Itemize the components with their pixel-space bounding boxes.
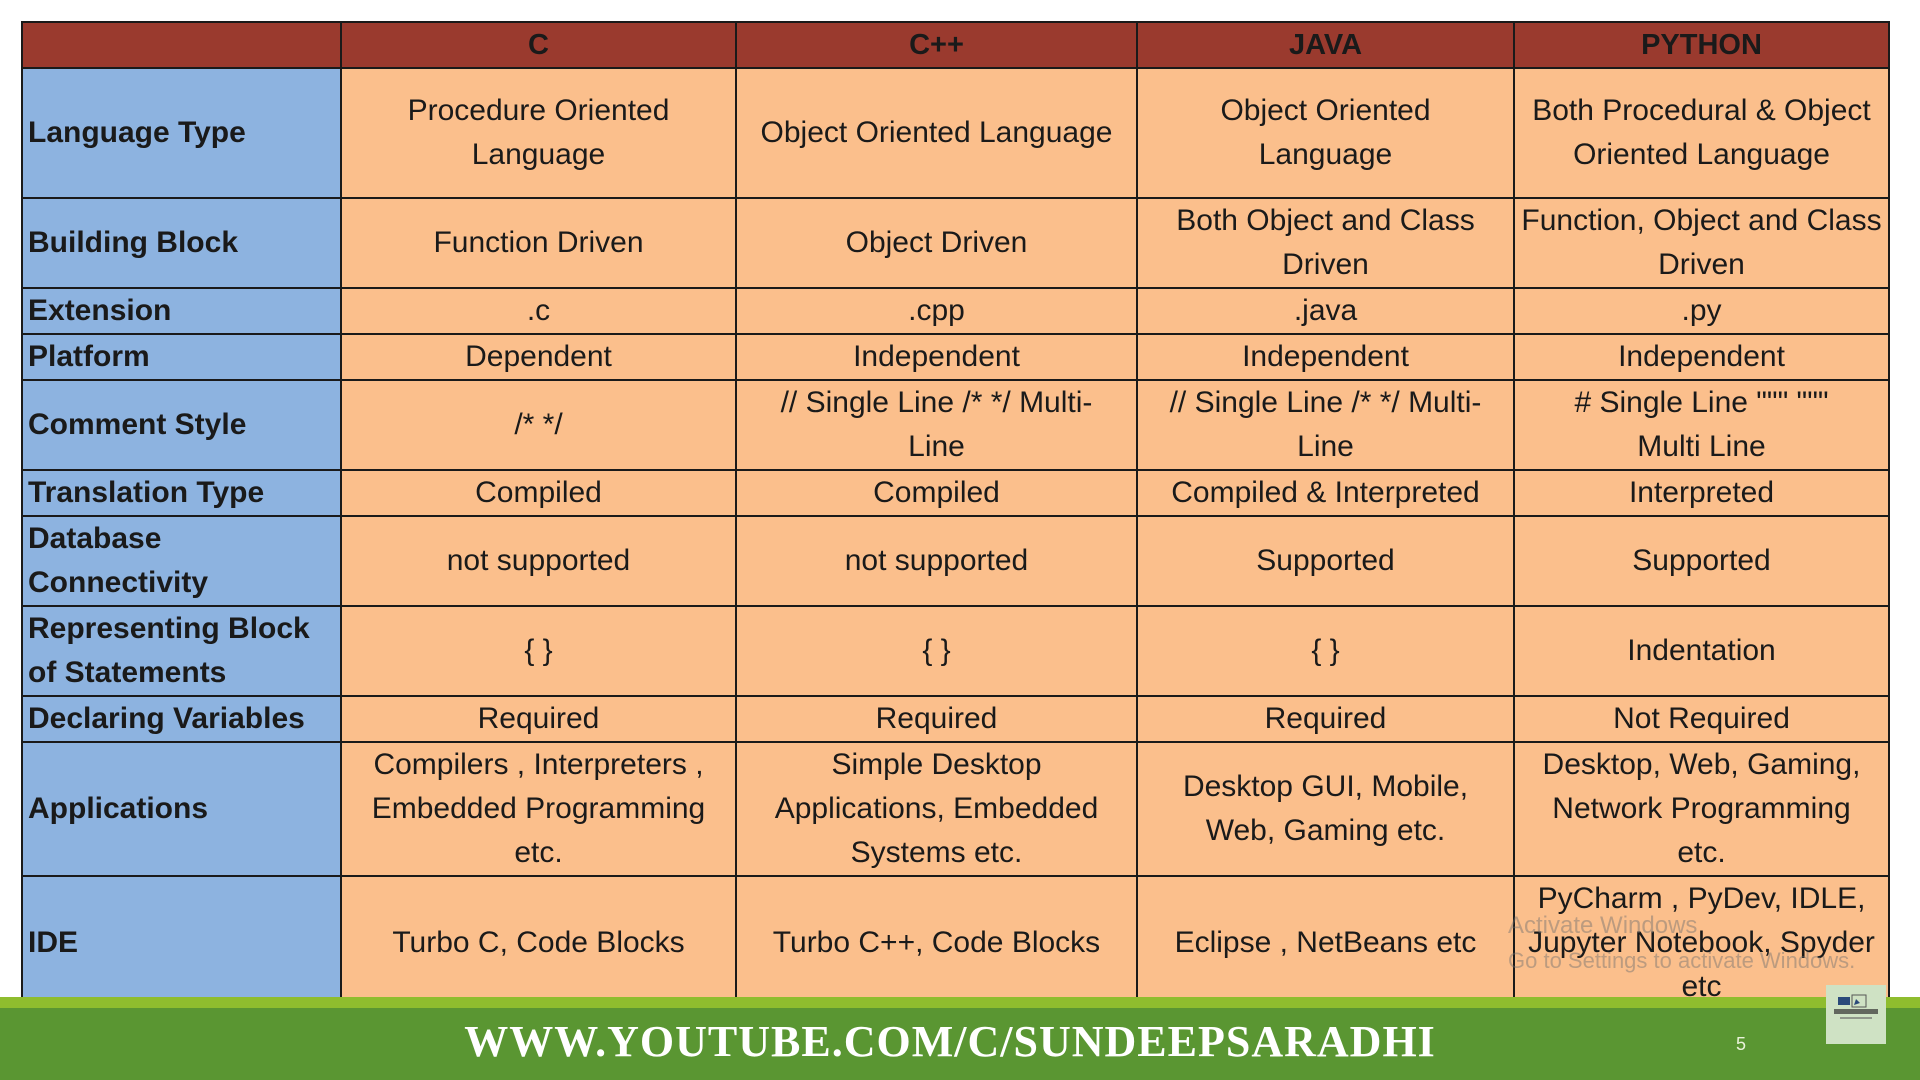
header-c: C bbox=[340, 21, 737, 69]
cell-representing-block-c: { } bbox=[340, 605, 737, 697]
cell-extension-cpp: .cpp bbox=[735, 287, 1138, 335]
row-label-platform: Platform bbox=[21, 333, 342, 381]
row-label-declaring-variables: Declaring Variables bbox=[21, 695, 342, 743]
corner-header bbox=[21, 21, 342, 69]
cell-database-connectivity-cpp: not supported bbox=[735, 515, 1138, 607]
row-declaring-variables: Declaring Variables Required Required Requi… bbox=[21, 695, 1890, 743]
row-language-type: Language Type Procedure Oriented Language… bbox=[21, 67, 1890, 199]
row-applications: Applications Compilers , Interpreters , E… bbox=[21, 741, 1890, 877]
row-platform: Platform Dependent Independent Independent I… bbox=[21, 333, 1890, 381]
cell-database-connectivity-python: Supported bbox=[1513, 515, 1890, 607]
cell-language-type-python: Both Procedural & Object Oriented Langua… bbox=[1513, 67, 1890, 199]
cell-translation-type-python: Interpreted bbox=[1513, 469, 1890, 517]
header-cpp: C++ bbox=[735, 21, 1138, 69]
language-comparison-table: C C++ JAVA PYTHON Language Type Procedure… bbox=[21, 21, 1890, 1011]
cell-ide-java: Eclipse , NetBeans etc bbox=[1136, 875, 1515, 1011]
row-database-connectivity: Database Connectivity not supported not su… bbox=[21, 515, 1890, 607]
header-row: C C++ JAVA PYTHON bbox=[21, 21, 1890, 69]
cell-building-block-python: Function, Object and Class Driven bbox=[1513, 197, 1890, 289]
youtube-url: WWW.YOUTUBE.COM/C/SUNDEEPSARADHI bbox=[464, 1017, 1436, 1066]
cell-database-connectivity-java: Supported bbox=[1136, 515, 1515, 607]
logo-icon bbox=[1834, 994, 1878, 1019]
row-representing-block: Representing Block of Statements{ }{ }{ … bbox=[21, 605, 1890, 697]
row-comment-style: Comment Style/* */// Single Line /* */ M… bbox=[21, 379, 1890, 471]
row-building-block: Building Block Function Driven Object Driv… bbox=[21, 197, 1890, 289]
cell-language-type-c: Procedure Oriented Language bbox=[340, 67, 737, 199]
row-label-applications: Applications bbox=[21, 741, 342, 877]
cell-applications-c: Compilers , Interpreters , Embedded Prog… bbox=[340, 741, 737, 877]
cell-declaring-variables-c: Required bbox=[340, 695, 737, 743]
cell-comment-style-c: /* */ bbox=[340, 379, 737, 471]
cell-declaring-variables-java: Required bbox=[1136, 695, 1515, 743]
row-extension: Extension .c .cpp .java .py bbox=[21, 287, 1890, 335]
cell-platform-c: Dependent bbox=[340, 333, 737, 381]
cell-comment-style-cpp: // Single Line /* */ Multi- Line bbox=[735, 379, 1138, 471]
cell-extension-c: .c bbox=[340, 287, 737, 335]
cell-applications-python: Desktop, Web, Gaming, Network Programmin… bbox=[1513, 741, 1890, 877]
cell-language-type-cpp: Object Oriented Language bbox=[735, 67, 1138, 199]
cell-language-type-java: Object Oriented Language bbox=[1136, 67, 1515, 199]
cell-building-block-cpp: Object Driven bbox=[735, 197, 1138, 289]
cell-translation-type-c: Compiled bbox=[340, 469, 737, 517]
cell-extension-java: .java bbox=[1136, 287, 1515, 335]
cell-ide-cpp: Turbo C++, Code Blocks bbox=[735, 875, 1138, 1011]
cell-database-connectivity-c: not supported bbox=[340, 515, 737, 607]
row-label-comment-style: Comment Style bbox=[21, 379, 342, 471]
cell-building-block-java: Both Object and Class Driven bbox=[1136, 197, 1515, 289]
cell-representing-block-python: Indentation bbox=[1513, 605, 1890, 697]
row-label-extension: Extension bbox=[21, 287, 342, 335]
cell-extension-python: .py bbox=[1513, 287, 1890, 335]
row-label-translation-type: Translation Type bbox=[21, 469, 342, 517]
cell-ide-c: Turbo C, Code Blocks bbox=[340, 875, 737, 1011]
header-java: JAVA bbox=[1136, 21, 1515, 69]
row-label-ide: IDE bbox=[21, 875, 342, 1011]
row-ide: IDE Turbo C, Code Blocks Turbo C++, Code B… bbox=[21, 875, 1890, 1011]
cell-platform-cpp: Independent bbox=[735, 333, 1138, 381]
row-label-representing-block: Representing Block of Statements bbox=[21, 605, 342, 697]
cell-representing-block-cpp: { } bbox=[735, 605, 1138, 697]
cell-declaring-variables-cpp: Required bbox=[735, 695, 1138, 743]
cell-platform-python: Independent bbox=[1513, 333, 1890, 381]
cell-platform-java: Independent bbox=[1136, 333, 1515, 381]
cell-translation-type-cpp: Compiled bbox=[735, 469, 1138, 517]
page-number: 5 bbox=[1736, 1034, 1747, 1054]
row-label-language-type: Language Type bbox=[21, 67, 342, 199]
cell-comment-style-python: # Single Line """ """ Multi Line bbox=[1513, 379, 1890, 471]
cell-applications-java: Desktop GUI, Mobile, Web, Gaming etc. bbox=[1136, 741, 1515, 877]
footer-stripe bbox=[0, 997, 1920, 1008]
header-python: PYTHON bbox=[1513, 21, 1890, 69]
cell-representing-block-java: { } bbox=[1136, 605, 1515, 697]
cell-translation-type-java: Compiled & Interpreted bbox=[1136, 469, 1515, 517]
cell-building-block-c: Function Driven bbox=[340, 197, 737, 289]
cell-applications-cpp: Simple Desktop Applications, Embedded Sy… bbox=[735, 741, 1138, 877]
cell-comment-style-java: // Single Line /* */ Multi- Line bbox=[1136, 379, 1515, 471]
row-translation-type: Translation Type Compiled Compiled Compiled… bbox=[21, 469, 1890, 517]
row-label-database-connectivity: Database Connectivity bbox=[21, 515, 342, 607]
channel-logo bbox=[1826, 985, 1886, 1044]
row-label-building-block: Building Block bbox=[21, 197, 342, 289]
cell-declaring-variables-python: Not Required bbox=[1513, 695, 1890, 743]
